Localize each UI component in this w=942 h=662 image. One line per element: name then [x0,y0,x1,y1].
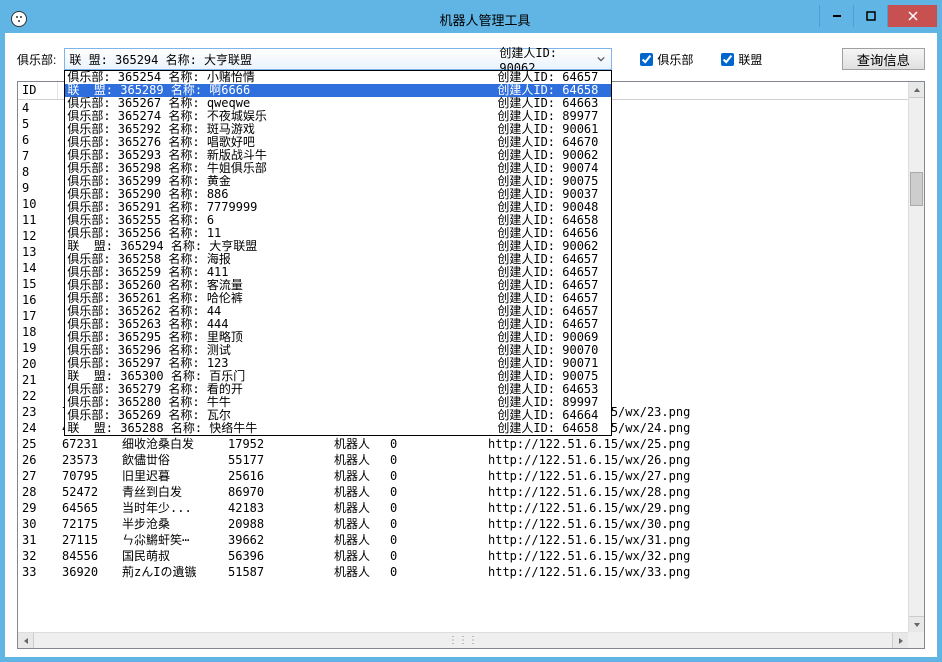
table-row[interactable]: 2964565当时年少...42183机器人0http://122.51.6.1… [18,500,908,516]
toolbar: 俱乐部: 联 盟: 365294 名称: 大亨联盟 创建人ID: 90062 俱… [17,47,925,71]
scroll-down-button[interactable] [909,616,924,632]
app-icon [11,11,27,27]
table-row[interactable]: 2623573飲儘丗俗55177机器人0http://122.51.6.15/w… [18,452,908,468]
scroll-left-button[interactable] [18,633,34,648]
checkbox-league[interactable]: 联盟 [721,51,762,68]
scroll-right-button[interactable] [892,633,908,648]
checkbox-club-label: 俱乐部 [657,51,693,68]
scroll-corner [908,632,924,648]
checkbox-club-input[interactable] [640,53,653,66]
vertical-scrollbar[interactable] [908,82,924,632]
scroll-thumb[interactable] [910,172,923,206]
scroll-up-button[interactable] [909,82,924,98]
dropdown-option[interactable]: 联 盟: 365288 名称: 快络牛牛创建人ID: 64658 [65,422,611,435]
minimize-button[interactable] [819,5,853,27]
table-row[interactable]: 2852472青丝到白发86970机器人0http://122.51.6.15/… [18,484,908,500]
titlebar[interactable]: 机器人管理工具 [5,5,937,33]
scroll-grip-icon: ⋮⋮⋮ [448,635,478,646]
combo-wrap: 联 盟: 365294 名称: 大亨联盟 创建人ID: 90062 俱乐部: 3… [64,48,612,70]
combo-dropdown[interactable]: 俱乐部: 365254 名称: 小赌怡情创建人ID: 64657联 盟: 365… [64,70,612,436]
table-row[interactable]: 3284556国民萌叔56396机器人0http://122.51.6.15/w… [18,548,908,564]
table-row[interactable]: 3127115ㄣ尛鱂虷笶⋯39662机器人0http://122.51.6.15… [18,532,908,548]
club-combobox[interactable]: 联 盟: 365294 名称: 大亨联盟 创建人ID: 90062 [64,48,612,70]
checkbox-league-label: 联盟 [738,51,762,68]
table-row[interactable]: 3336920荊zんIの遺镞51587机器人0http://122.51.6.1… [18,564,908,580]
maximize-button[interactable] [853,5,887,27]
combo-selected-c1: 联 盟: 365294 名称: 大亨联盟 [69,51,499,68]
window-title: 机器人管理工具 [33,10,937,29]
col-id[interactable]: ID [18,82,58,99]
checkbox-league-input[interactable] [721,53,734,66]
table-row[interactable]: 3072175半步沧桑20988机器人0http://122.51.6.15/w… [18,516,908,532]
close-button[interactable] [887,5,937,27]
chevron-down-icon [593,51,609,67]
checkbox-club[interactable]: 俱乐部 [640,51,693,68]
horizontal-scrollbar[interactable]: ⋮⋮⋮ [18,632,908,648]
club-label: 俱乐部: [17,51,56,68]
client-area: 俱乐部: 联 盟: 365294 名称: 大亨联盟 创建人ID: 90062 俱… [5,33,937,657]
app-window: 机器人管理工具 俱乐部: 联 盟: 365294 名称: 大亨联盟 创建人ID:… [0,0,942,662]
table-row[interactable]: 2567231细收沧桑白发17952机器人0http://122.51.6.15… [18,436,908,452]
window-controls [819,5,937,27]
query-button[interactable]: 查询信息 [842,48,925,70]
table-row[interactable]: 2770795旧里迟暮25616机器人0http://122.51.6.15/w… [18,468,908,484]
